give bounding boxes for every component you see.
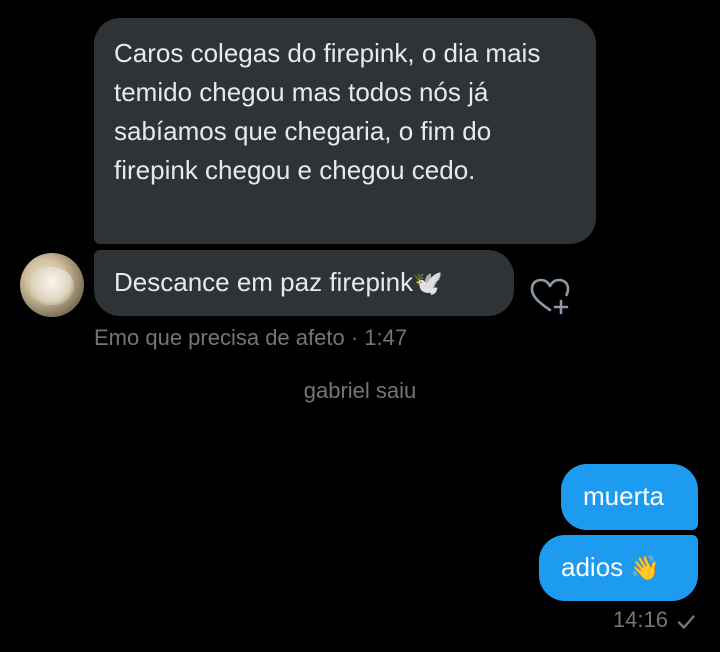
message-timestamp: 14:16 [612,607,668,632]
avatar[interactable] [20,253,84,317]
sender-meta: Emo que precisa de afeto · 1:47 [94,325,408,350]
system-event: gabriel saiu [303,378,417,403]
message-text: Caros colegas do firepink, o dia mais te… [114,38,541,185]
incoming-message[interactable]: Descance em paz firepink🕊️ [94,250,514,316]
check-icon [677,615,695,629]
waving-hand-icon: 👋 [630,554,661,582]
incoming-message[interactable]: Caros colegas do firepink, o dia mais te… [94,18,596,244]
outgoing-message[interactable]: muerta [561,464,698,530]
heart-plus-icon[interactable] [528,276,572,316]
outgoing-message[interactable]: adios 👋 [539,535,698,601]
dove-icon: 🕊️ [413,269,444,297]
message-text: adios [561,552,624,582]
message-text: muerta [583,481,664,511]
message-text: Descance em paz firepink [114,267,414,297]
